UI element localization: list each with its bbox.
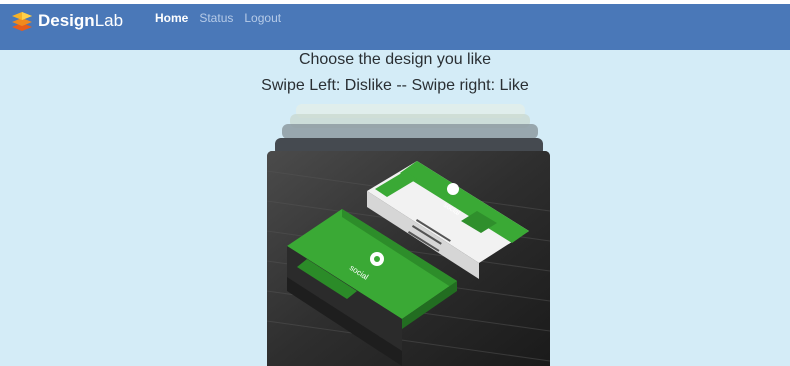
brand-name-bold: Design [38,11,95,30]
nav-link-logout[interactable]: Logout [244,11,281,25]
swipe-card[interactable]: social social [267,151,550,366]
brand-name: DesignLab [38,11,123,31]
business-card-image: social social [267,151,550,366]
navbar: DesignLab Home Status Logout [0,4,790,50]
nav-links: Home Status Logout [155,11,281,25]
page-title: Choose the design you like [298,51,492,68]
nav-link-status[interactable]: Status [199,11,233,25]
nav-link-home[interactable]: Home [155,11,188,25]
stacked-card-2 [282,124,538,139]
layers-logo-icon [12,12,32,31]
brand-name-light: Lab [94,11,124,30]
brand-link[interactable]: DesignLab [10,9,123,33]
swipe-instructions: Swipe Left: Dislike -- Swipe right: Like [261,77,529,94]
